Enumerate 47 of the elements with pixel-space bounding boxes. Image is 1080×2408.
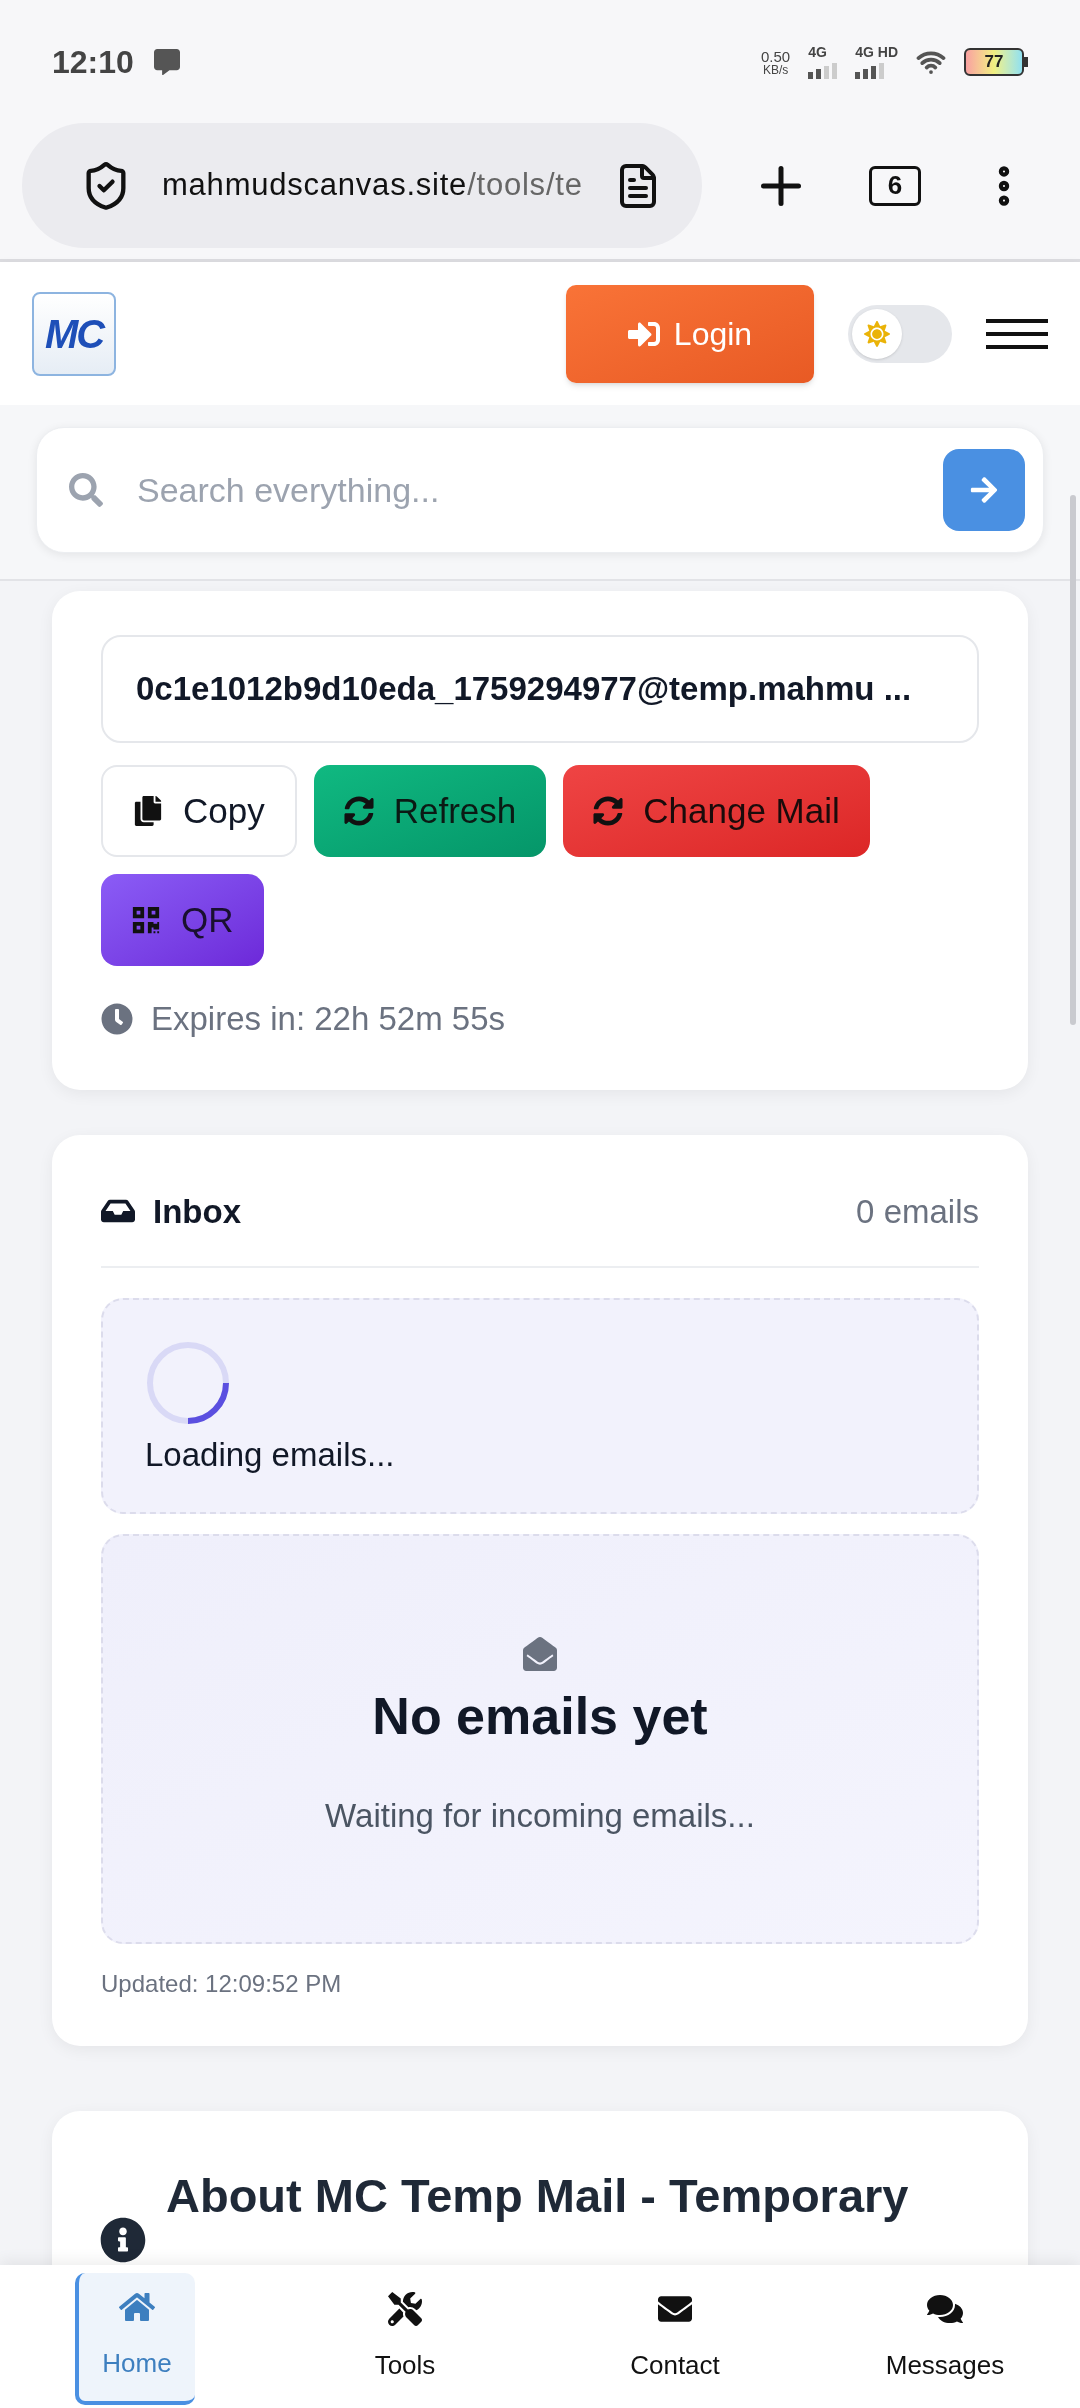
inbox-title: Inbox [153,1191,241,1232]
expiry-timer: Expires in: 22h 52m 55s [151,999,506,1039]
clock-icon [101,1002,133,1035]
open-envelope-icon [523,1637,557,1672]
search-bar[interactable]: Search everything... [36,427,1044,553]
message-notification-icon [153,49,180,75]
network-speed: 0.50 [761,48,791,64]
nav-tab[interactable]: Messages [885,2272,1005,2405]
email-count: 0 emails [856,1191,979,1232]
signal-icon [808,63,838,79]
about-title: About MC Temp Mail - Temporary [166,2168,909,2224]
loading-text: Loading emails... [145,1435,396,1475]
change-mail-button[interactable]: Change Mail [563,765,870,857]
home-icon [119,2290,155,2324]
sim-network-type: 4G [808,45,827,59]
address-bar[interactable]: mahmudscanvas.site/tools/te [22,123,702,248]
url-text: mahmudscanvas.site/tools/te [162,167,583,203]
empty-state-text: Waiting for incoming emails... [325,1796,755,1837]
tab-count-button[interactable]: 6 [869,165,921,206]
signal-icon [855,63,885,79]
tools-icon [387,2292,423,2326]
clock-time: 12:10 [52,43,134,82]
battery-indicator: 77 [964,48,1028,76]
loading-spinner-icon [145,1340,231,1426]
chat-bubbles-icon [927,2292,963,2326]
email-address-field[interactable]: 0c1e1012b9d10eda_1759294977@temp.mahmu ... [101,635,979,743]
empty-state-title: No emails yet [372,1686,708,1748]
qr-code-icon [131,905,161,935]
search-icon [69,473,103,507]
nav-tab[interactable]: Home [75,2272,195,2405]
search-submit-button[interactable] [943,449,1025,531]
copy-button[interactable]: Copy [101,765,297,857]
sim-network-type: 4G HD [855,45,898,59]
last-updated-text: Updated: 12:09:52 PM [101,1969,343,1999]
menu-icon[interactable] [986,318,1048,349]
nav-tab[interactable]: Contact [615,2272,735,2405]
refresh-button[interactable]: Refresh [313,765,547,857]
sun-icon [852,308,902,359]
info-icon [100,2217,146,2263]
copy-icon [133,796,163,826]
site-logo[interactable]: MC [32,291,116,376]
nav-tab[interactable]: Tools [345,2272,465,2405]
scrollbar[interactable] [1070,495,1076,1025]
arrow-right-icon [969,475,999,505]
network-speed-unit: KB/s [762,63,789,76]
refresh-icon [343,796,374,826]
refresh-icon [593,796,624,826]
